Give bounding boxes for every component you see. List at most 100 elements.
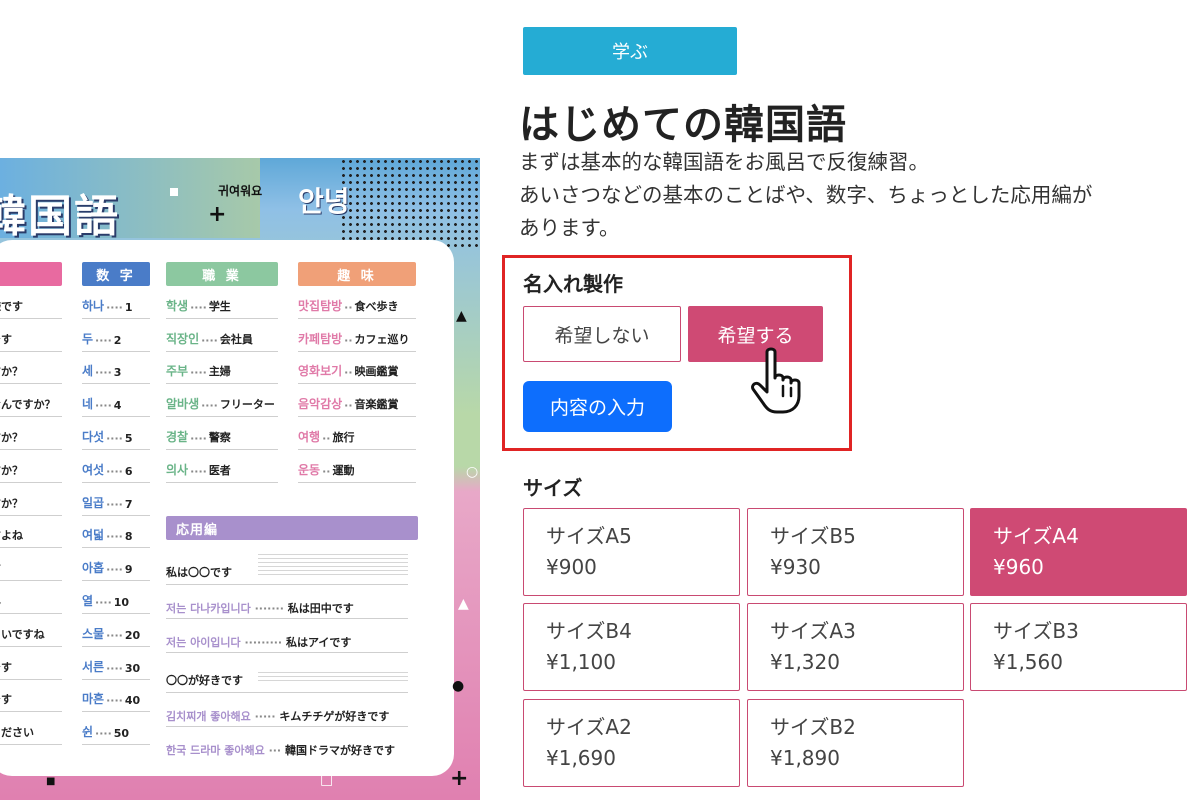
leader-dots: ··	[322, 464, 331, 478]
job-japanese: 主婦	[208, 365, 231, 379]
number-korean: 스물	[82, 626, 105, 641]
size-name: サイズA2	[546, 715, 632, 739]
size-label: サイズ	[523, 476, 583, 500]
greeting-text: です	[0, 332, 12, 346]
hobby-row: 운동 ·· 運動	[298, 450, 416, 483]
square-decoration: ■	[46, 776, 56, 787]
number-korean: 두	[82, 331, 94, 346]
number-row: 하나 ···· 1	[82, 286, 150, 319]
size-option[interactable]: サイズA3 ¥1,320	[747, 603, 964, 691]
leader-dots: ····	[106, 694, 123, 708]
leader-dots: ····	[106, 497, 123, 511]
job-row: 직장인 ···· 会社員	[166, 319, 278, 352]
leader-dots: ····	[95, 333, 112, 347]
size-option[interactable]: サイズA5 ¥900	[523, 508, 740, 596]
number-row: 다섯 ···· 5	[82, 417, 150, 450]
number-value: 10	[113, 595, 130, 609]
greeting-row: です	[0, 319, 62, 352]
greeting-row: ください	[0, 712, 62, 746]
leader-dots: ····	[190, 300, 207, 314]
naming-option-no[interactable]: 希望しない	[523, 306, 681, 362]
greeting-text: すか？	[0, 496, 23, 510]
number-korean: 마흔	[82, 692, 105, 707]
greeting-text: ろいですね	[0, 627, 45, 641]
hobby-korean: 맛집탐방	[298, 298, 343, 313]
greeting-row: ろいですね	[0, 614, 62, 647]
number-row: 세 ···· 3	[82, 352, 150, 385]
number-value: 6	[124, 464, 133, 478]
size-price: ¥1,890	[770, 746, 840, 770]
hobby-row: 영화보기 ·· 映画鑑賞	[298, 352, 416, 385]
number-korean: 아홉	[82, 561, 105, 576]
leader-dots: ····	[190, 464, 207, 478]
greetings-header	[0, 262, 62, 286]
leader-dots: ····	[190, 366, 207, 380]
greeting-text: すよね	[0, 529, 23, 543]
hobby-korean: 카페탐방	[298, 331, 343, 346]
hobby-row: 음악감상 ·· 音楽鑑賞	[298, 384, 416, 418]
divider	[166, 726, 408, 727]
size-name: サイズB3	[993, 619, 1079, 643]
leader-dots: ····	[201, 399, 218, 413]
number-row: 쉰 ···· 50	[82, 712, 150, 746]
square-decoration	[170, 188, 178, 196]
applied-example-1: 저는 다나카입니다 ······· 私は田中です	[166, 602, 354, 615]
greeting-text: すか？	[0, 463, 23, 477]
greeting-text: ん	[0, 593, 1, 609]
leader-dots: ··	[344, 300, 353, 314]
naming-label: 名入れ製作	[523, 272, 623, 296]
poster-title: 韓国語	[0, 191, 120, 242]
job-row: 알바생 ···· フリーター	[166, 384, 278, 418]
leader-dots: ····	[106, 628, 123, 642]
greeting-text: です	[0, 660, 12, 674]
size-option[interactable]: サイズB5 ¥930	[747, 508, 964, 596]
leader-dots: ····	[106, 464, 123, 478]
category-tag[interactable]: 学ぶ	[523, 27, 737, 75]
pointer-hand-icon	[751, 347, 801, 414]
size-price: ¥1,100	[546, 650, 616, 674]
numbers-header: 数 字	[82, 262, 150, 286]
dot-pattern	[340, 158, 480, 248]
job-row: 의사 ···· 医者	[166, 450, 278, 483]
applied-example-2: 저는 아이입니다 ········· 私はアイです	[166, 636, 352, 649]
hobby-row: 여행 ·· 旅行	[298, 417, 416, 450]
leader-dots: ····	[95, 399, 112, 413]
size-price: ¥1,690	[546, 746, 616, 770]
description-line: あります。	[519, 216, 620, 240]
number-korean: 네	[82, 397, 94, 412]
number-row: 두 ···· 2	[82, 319, 150, 352]
jobs-column: 職 業 학생 ···· 学生 직장인 ···· 会社員 주부 ···· 主婦 알바생 ···· フリー…	[166, 262, 278, 483]
job-row: 주부 ···· 主婦	[166, 352, 278, 385]
circle-decoration: ○	[466, 464, 479, 480]
divider	[166, 584, 408, 585]
triangle-decoration: ▲	[458, 596, 469, 612]
applied-example-3: 김치찌개 좋아해요 ····· キムチチゲが好きです	[166, 710, 390, 723]
number-row: 여섯 ···· 6	[82, 450, 150, 483]
triangle-decoration: ▲	[456, 308, 467, 324]
greeting-row: ん	[0, 581, 62, 614]
size-price: ¥930	[770, 555, 821, 579]
size-name: サイズB2	[770, 715, 856, 739]
fine-print-2	[258, 672, 408, 682]
size-option[interactable]: サイズB2 ¥1,890	[747, 699, 964, 787]
job-korean: 의사	[166, 462, 189, 477]
size-option[interactable]: サイズB4 ¥1,100	[523, 603, 740, 691]
hobby-korean: 여행	[298, 429, 321, 444]
leader-dots: ····	[106, 661, 123, 675]
size-option[interactable]: サイズA4 ¥960	[970, 508, 1187, 596]
hobbies-column: 趣 味 맛집탐방 ·· 食べ歩き 카페탐방 ·· カフェ巡り 영화보기 ·· 映画鑑賞 음악감상 ·…	[298, 262, 416, 483]
number-korean: 쉰	[82, 725, 94, 740]
hobby-japanese: 運動	[332, 463, 355, 477]
number-row: 네 ···· 4	[82, 384, 150, 418]
number-row: 마흔 ···· 40	[82, 680, 150, 713]
number-value: 5	[124, 431, 133, 445]
size-option[interactable]: サイズB3 ¥1,560	[970, 603, 1187, 691]
job-japanese: フリーター	[219, 398, 275, 412]
leader-dots: ··	[344, 399, 353, 413]
number-korean: 세	[82, 364, 94, 379]
leader-dots: ····	[106, 530, 123, 544]
hobby-japanese: 旅行	[332, 430, 355, 444]
product-description: まずは基本的な韓国語をお風呂で反復練習。 あいさつなどの基本のことばや、数字、ち…	[519, 146, 1199, 245]
content-input-button[interactable]: 内容の入力	[523, 381, 672, 432]
size-option[interactable]: サイズA2 ¥1,690	[523, 699, 740, 787]
